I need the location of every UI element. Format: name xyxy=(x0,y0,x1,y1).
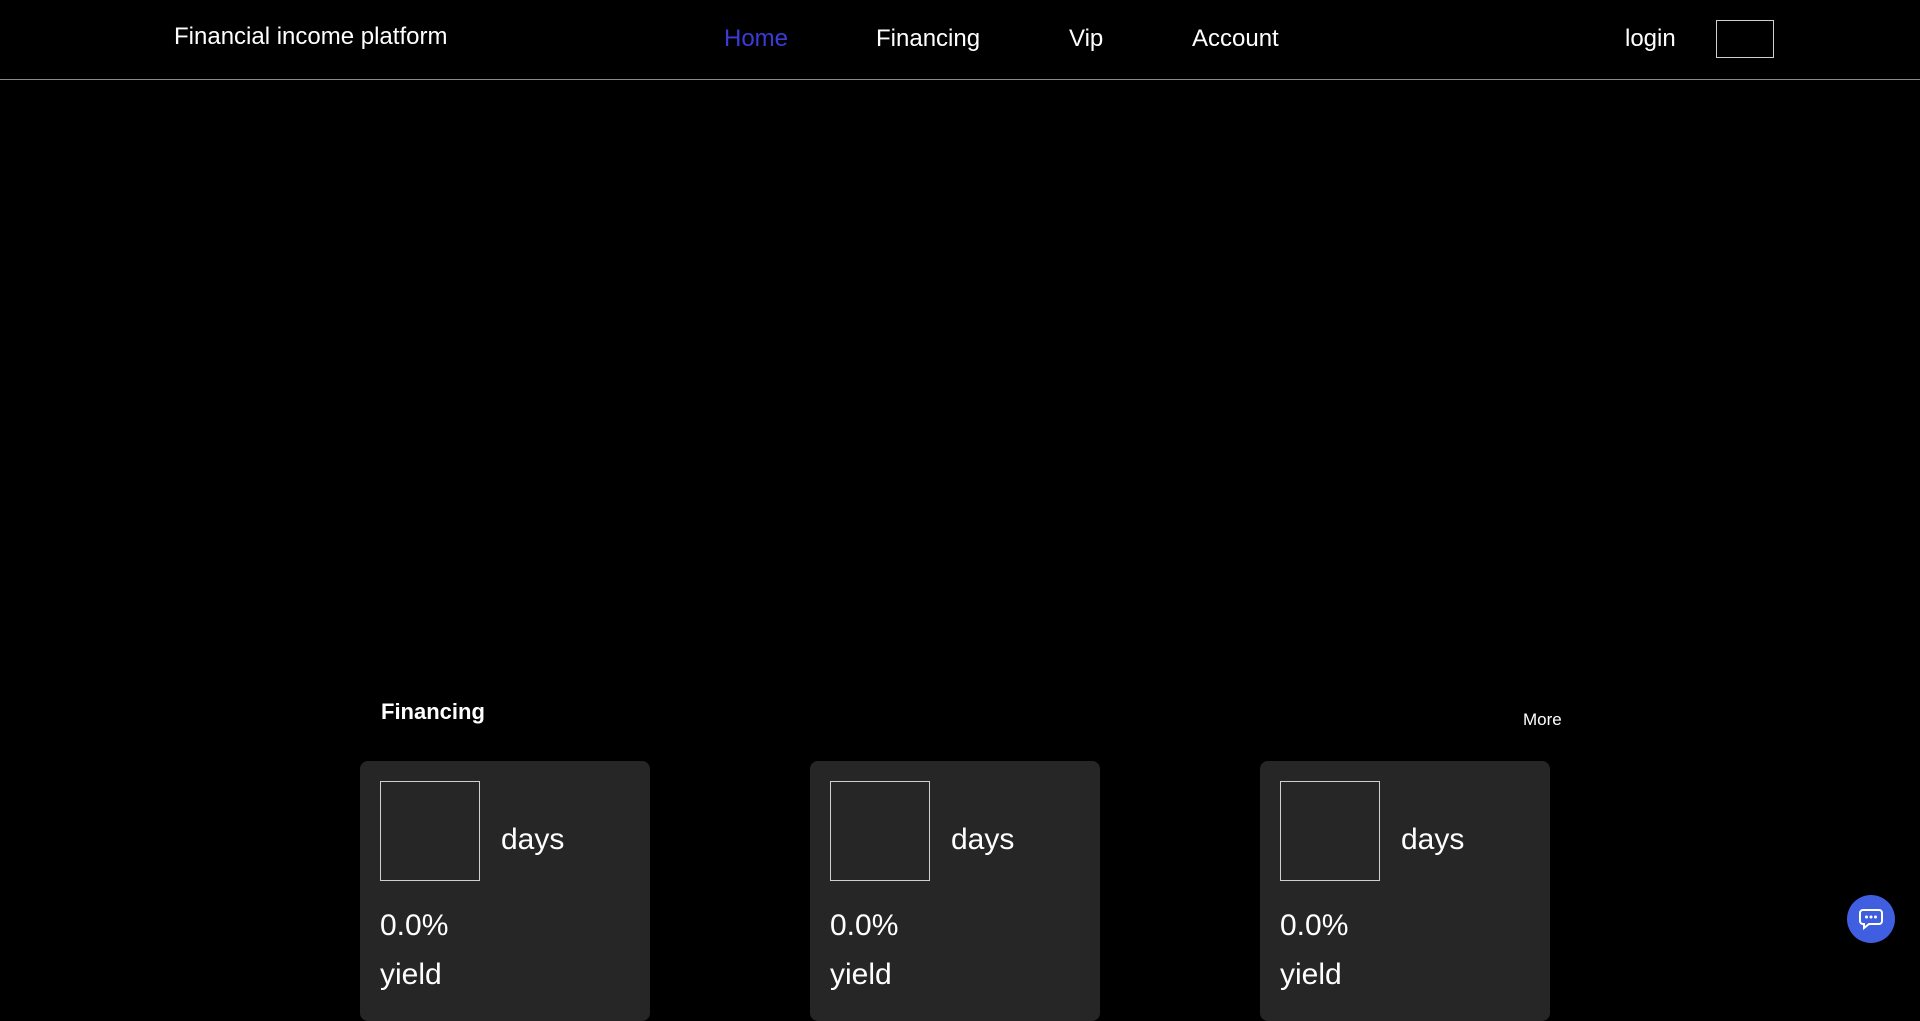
nav-financing[interactable]: Financing xyxy=(876,25,980,53)
product-days-label: days xyxy=(501,823,565,856)
product-rate: 0.0% xyxy=(830,909,899,942)
hero-banner xyxy=(0,81,1920,671)
product-card[interactable]: days 0.0% yield xyxy=(1260,761,1550,1021)
product-card[interactable]: days 0.0% yield xyxy=(360,761,650,1021)
product-card[interactable]: days 0.0% yield xyxy=(810,761,1100,1021)
chat-button[interactable] xyxy=(1847,895,1895,943)
financing-section-title: Financing xyxy=(381,699,485,724)
product-yield-label: yield xyxy=(1280,958,1342,991)
nav-vip[interactable]: Vip xyxy=(1069,25,1103,53)
product-days-label: days xyxy=(1401,823,1465,856)
more-link[interactable]: More xyxy=(1523,710,1562,730)
login-link[interactable]: login xyxy=(1625,25,1676,53)
product-yield-label: yield xyxy=(830,958,892,991)
product-yield-label: yield xyxy=(380,958,442,991)
product-rate: 0.0% xyxy=(1280,909,1349,942)
chat-bubble-icon xyxy=(1859,909,1883,930)
product-image-placeholder xyxy=(830,781,930,881)
nav-home[interactable]: Home xyxy=(724,25,788,53)
product-image-placeholder xyxy=(1280,781,1380,881)
language-selector[interactable] xyxy=(1716,20,1774,58)
product-image-placeholder xyxy=(380,781,480,881)
top-header: Financial income platform Home Financing… xyxy=(0,0,1920,80)
product-rate: 0.0% xyxy=(380,909,449,942)
nav-account[interactable]: Account xyxy=(1192,25,1279,53)
brand-title[interactable]: Financial income platform xyxy=(174,23,447,51)
product-days-label: days xyxy=(951,823,1015,856)
